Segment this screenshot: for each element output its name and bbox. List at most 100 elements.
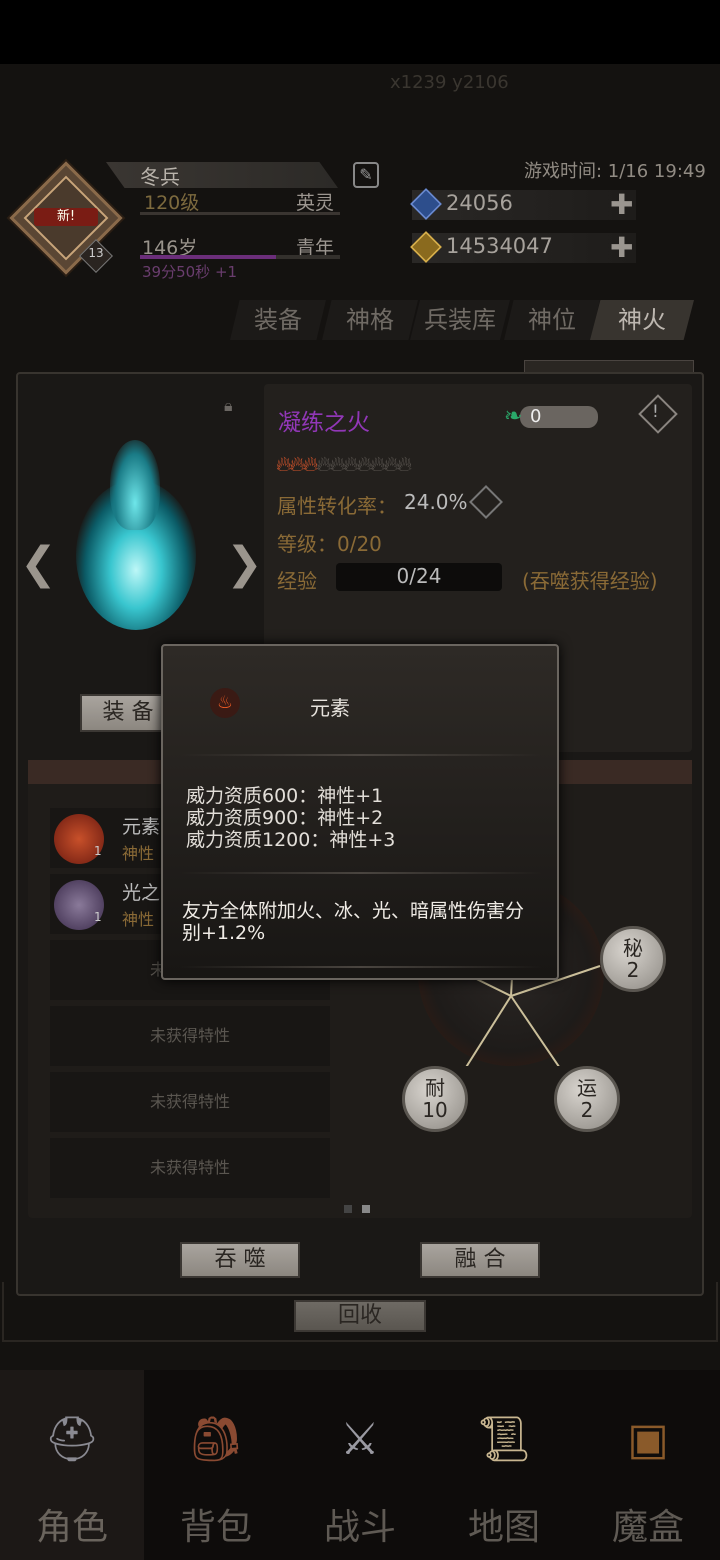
game-time: 游戏时间: 1/16 19:49 (524, 161, 706, 182)
page-dot-active[interactable] (362, 1205, 370, 1213)
nav-label: 魔盒 (611, 1507, 684, 1548)
nav-label: 背包 (179, 1507, 252, 1548)
tab-armory[interactable]: 兵装库 (410, 300, 510, 340)
lock-icon[interactable]: 🔒︎ (224, 396, 240, 415)
fire-level: 等级：0/20 (277, 532, 382, 556)
flame-empty-icon: 🔥︎ (316, 452, 331, 476)
sword-shield-icon: ⚔ (340, 1414, 380, 1465)
trait-row-empty: 未获得特性 (50, 1072, 330, 1132)
backpack-icon: 🎒︎ (188, 1414, 244, 1465)
trait-empty-label: 未获得特性 (149, 1158, 230, 1177)
prev-fire-arrow-icon[interactable]: ❮ (20, 538, 57, 589)
spirit-value: 0 (530, 406, 542, 427)
new-badge: 新! (34, 208, 98, 226)
nav-battle[interactable]: ⚔ 战斗 (288, 1370, 432, 1560)
fire-element-icon: ♨ (210, 688, 240, 718)
fire-star-rating: 🔥︎🔥︎🔥︎🔥︎🔥︎🔥︎🔥︎🔥︎🔥︎🔥︎ (276, 452, 412, 477)
flame-empty-icon: 🔥︎ (343, 452, 358, 476)
tooltip-divider (180, 872, 542, 874)
exp-label: 经验 (277, 569, 317, 593)
tab-equipment[interactable]: 装备 (230, 300, 326, 340)
status-bar (0, 0, 720, 64)
trait-row-empty: 未获得特性 (50, 1138, 330, 1198)
node-value: 2 (580, 1098, 594, 1122)
gem-currency: 24056 ✚ (410, 188, 636, 221)
flame-empty-icon: 🔥︎ (329, 452, 345, 476)
exp-hint: (吞噬获得经验) (522, 569, 658, 593)
exp-value: 0/24 (396, 564, 442, 588)
tab-godhood[interactable]: 神格 (322, 300, 418, 340)
fuse-button[interactable]: 融 合 (420, 1242, 540, 1278)
nav-map[interactable]: 📜︎ 地图 (432, 1370, 576, 1560)
page-indicator (344, 1198, 380, 1217)
tooltip-line: 威力资质600：神性+1 (186, 785, 384, 807)
recycle-button[interactable]: 回收 (294, 1300, 426, 1332)
gold-currency: 14534047 ✚ (410, 231, 636, 264)
nav-label: 角色 (35, 1507, 108, 1548)
scroll-map-icon: 📜︎ (476, 1414, 532, 1465)
tooltip-divider (180, 966, 542, 968)
avatar-badge-number: 13 (88, 246, 104, 260)
nav-label: 地图 (467, 1507, 540, 1548)
bottom-nav: ⛑ 角色 🎒︎ 背包 ⚔ 战斗 📜︎ 地图 ▣ 魔盒 (0, 1370, 720, 1560)
nav-label: 战斗 (323, 1507, 396, 1548)
tab-divine-seat[interactable]: 神位 (504, 300, 600, 340)
fire-name: 凝练之火 (278, 410, 370, 436)
node-name: 耐 (425, 1076, 445, 1100)
attribute-node-endurance[interactable]: 耐 10 (402, 1066, 468, 1132)
gem-amount: 24056 (446, 191, 513, 215)
flame-empty-icon: 🔥︎ (356, 452, 372, 476)
gold-amount: 14534047 (446, 234, 553, 258)
gold-gem-icon (410, 231, 442, 263)
flame-empty-icon: 🔥︎ (369, 452, 385, 476)
trait-name: 元素 (122, 816, 161, 838)
add-gold-button[interactable]: ✚ (610, 231, 633, 264)
tooltip-line: 威力资质1200：神性+3 (186, 829, 396, 851)
flame-filled-icon: 🔥︎ (276, 452, 291, 476)
trait-count: 1 (94, 844, 102, 858)
coords-readout: x1239 y2106 (390, 72, 509, 93)
tab-bar: 装备 神格 兵装库 神位 神火 (230, 300, 694, 340)
next-fire-arrow-icon[interactable]: ❯ (226, 538, 263, 589)
edit-icon[interactable]: ✎ (353, 162, 379, 188)
tooltip-description: 友方全体附加火、冰、光、暗属性伤害分别+1.2% (182, 900, 525, 944)
info-mark: ! (652, 402, 659, 422)
page-dot[interactable] (344, 1205, 352, 1213)
blue-gem-icon (410, 188, 442, 220)
tooltip-line: 威力资质900：神性+2 (186, 807, 384, 829)
trait-empty-label: 未获得特性 (149, 1092, 230, 1111)
devour-button[interactable]: 吞 噬 (180, 1242, 300, 1278)
age-progress-fill (140, 255, 276, 259)
trait-sub: 神性 (122, 844, 155, 863)
tab-divine-fire[interactable]: 神火 (590, 300, 694, 340)
tooltip-title: 元素 (310, 696, 350, 720)
flame-tip (110, 440, 160, 530)
magic-box-icon: ▣ (627, 1414, 669, 1465)
trait-empty-label: 未获得特性 (149, 1026, 230, 1045)
character-rank: 英灵 (296, 192, 335, 214)
trait-row-empty: 未获得特性 (50, 1006, 330, 1066)
tooltip-conditions: 威力资质600：神性+1 威力资质900：神性+2 威力资质1200：神性+3 (186, 785, 395, 851)
node-value: 2 (626, 958, 640, 982)
trait-count: 1 (94, 910, 102, 924)
node-value: 10 (422, 1098, 448, 1122)
nav-character[interactable]: ⛑ 角色 (0, 1370, 144, 1560)
age-timer: 39分50秒 +1 (142, 263, 238, 281)
nav-backpack[interactable]: 🎒︎ 背包 (144, 1370, 288, 1560)
node-name: 秘 (623, 936, 643, 960)
green-spirit-icon: ❧ (504, 404, 523, 429)
flame-empty-icon: 🔥︎ (383, 452, 398, 476)
add-gem-button[interactable]: ✚ (610, 188, 633, 221)
flame-empty-icon: 🔥︎ (396, 452, 412, 476)
attribute-node-luck[interactable]: 运 2 (554, 1066, 620, 1132)
nav-magic-box[interactable]: ▣ 魔盒 (576, 1370, 720, 1560)
helmet-icon: ⛑ (44, 1414, 100, 1465)
character-name: 冬兵 (140, 165, 180, 189)
flame-filled-icon: 🔥︎ (302, 452, 318, 476)
attribute-node-secret[interactable]: 秘 2 (600, 926, 666, 992)
node-name: 运 (577, 1076, 597, 1100)
trait-name: 光之 (122, 882, 161, 904)
level-divider (140, 212, 340, 215)
tooltip-divider (180, 754, 542, 756)
character-level: 120级 (144, 192, 200, 214)
